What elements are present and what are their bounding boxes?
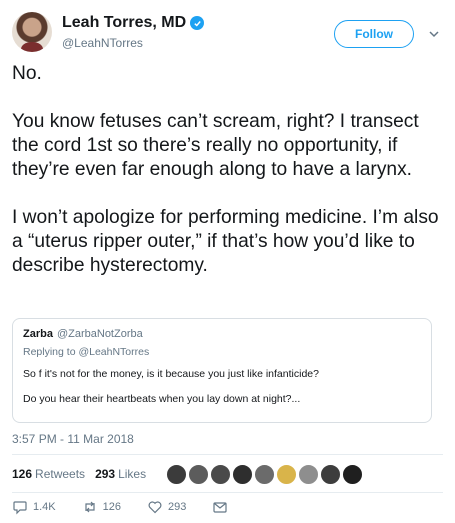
author-display-name[interactable]: Leah Torres, MD <box>62 14 186 32</box>
tweet-actions: 1.4K 126 293 <box>12 496 443 518</box>
likes-label: Likes <box>118 467 147 481</box>
reply-count: 1.4K <box>33 501 56 513</box>
quoted-text-line: So f it's not for the money, is it becau… <box>23 368 319 380</box>
likes-stat[interactable]: 293 Likes <box>95 467 146 481</box>
retweet-count: 126 <box>102 501 121 513</box>
divider <box>12 454 443 455</box>
liker-avatar[interactable] <box>298 463 320 485</box>
liker-avatars <box>166 463 364 485</box>
liker-avatar[interactable] <box>320 463 342 485</box>
chevron-down-icon[interactable] <box>428 28 440 40</box>
liker-avatar[interactable] <box>166 463 188 485</box>
retweets-stat[interactable]: 126 Retweets <box>12 467 85 481</box>
quoted-author-name: Zarba <box>23 328 53 340</box>
liker-avatar[interactable] <box>254 463 276 485</box>
tweet-paragraph: You know fetuses can’t scream, right? I … <box>12 111 419 180</box>
quoted-text-line: Do you hear their heartbeats when you la… <box>23 393 301 405</box>
direct-message-action[interactable] <box>212 499 228 515</box>
author-name-row[interactable]: Leah Torres, MD <box>62 14 205 32</box>
engagement-stats: 126 Retweets 293 Likes <box>12 460 443 488</box>
retweets-count: 126 <box>12 467 33 481</box>
like-count: 293 <box>168 501 187 513</box>
divider <box>12 492 443 493</box>
tweet-timestamp[interactable]: 3:57 PM - 11 Mar 2018 <box>12 432 134 446</box>
likes-count: 293 <box>95 467 116 481</box>
liker-avatar[interactable] <box>232 463 254 485</box>
liker-avatar[interactable] <box>276 463 298 485</box>
quoted-tweet[interactable]: Zarba @ZarbaNotZorba Replying to @LeahNT… <box>12 318 432 423</box>
reply-icon <box>13 501 27 515</box>
reply-action[interactable]: 1.4K <box>12 499 56 515</box>
author-avatar[interactable] <box>12 12 52 52</box>
tweet-paragraph: I won’t apologize for performing medicin… <box>12 207 439 276</box>
tweet-paragraph: No. <box>12 63 42 84</box>
envelope-icon <box>213 502 227 513</box>
follow-button[interactable]: Follow <box>334 20 414 48</box>
heart-icon <box>148 501 162 514</box>
tweet-header: Leah Torres, MD @LeahNTorres Follow <box>12 10 443 56</box>
author-handle[interactable]: @LeahNTorres <box>62 36 143 50</box>
quoted-replying-to: Replying to @LeahNTorres <box>23 346 150 358</box>
liker-avatar[interactable] <box>210 463 232 485</box>
retweets-label: Retweets <box>35 467 86 481</box>
retweet-icon <box>85 501 95 513</box>
like-action[interactable]: 293 <box>147 499 186 515</box>
retweet-action[interactable]: 126 <box>82 499 121 515</box>
quoted-author-handle: @ZarbaNotZorba <box>56 328 143 340</box>
verified-badge-icon <box>190 16 205 30</box>
quoted-tweet-header: Zarba @ZarbaNotZorba <box>23 328 421 340</box>
liker-avatar[interactable] <box>342 463 364 485</box>
liker-avatar[interactable] <box>188 463 210 485</box>
tweet-text: No. You know fetuses can’t scream, right… <box>12 62 448 302</box>
